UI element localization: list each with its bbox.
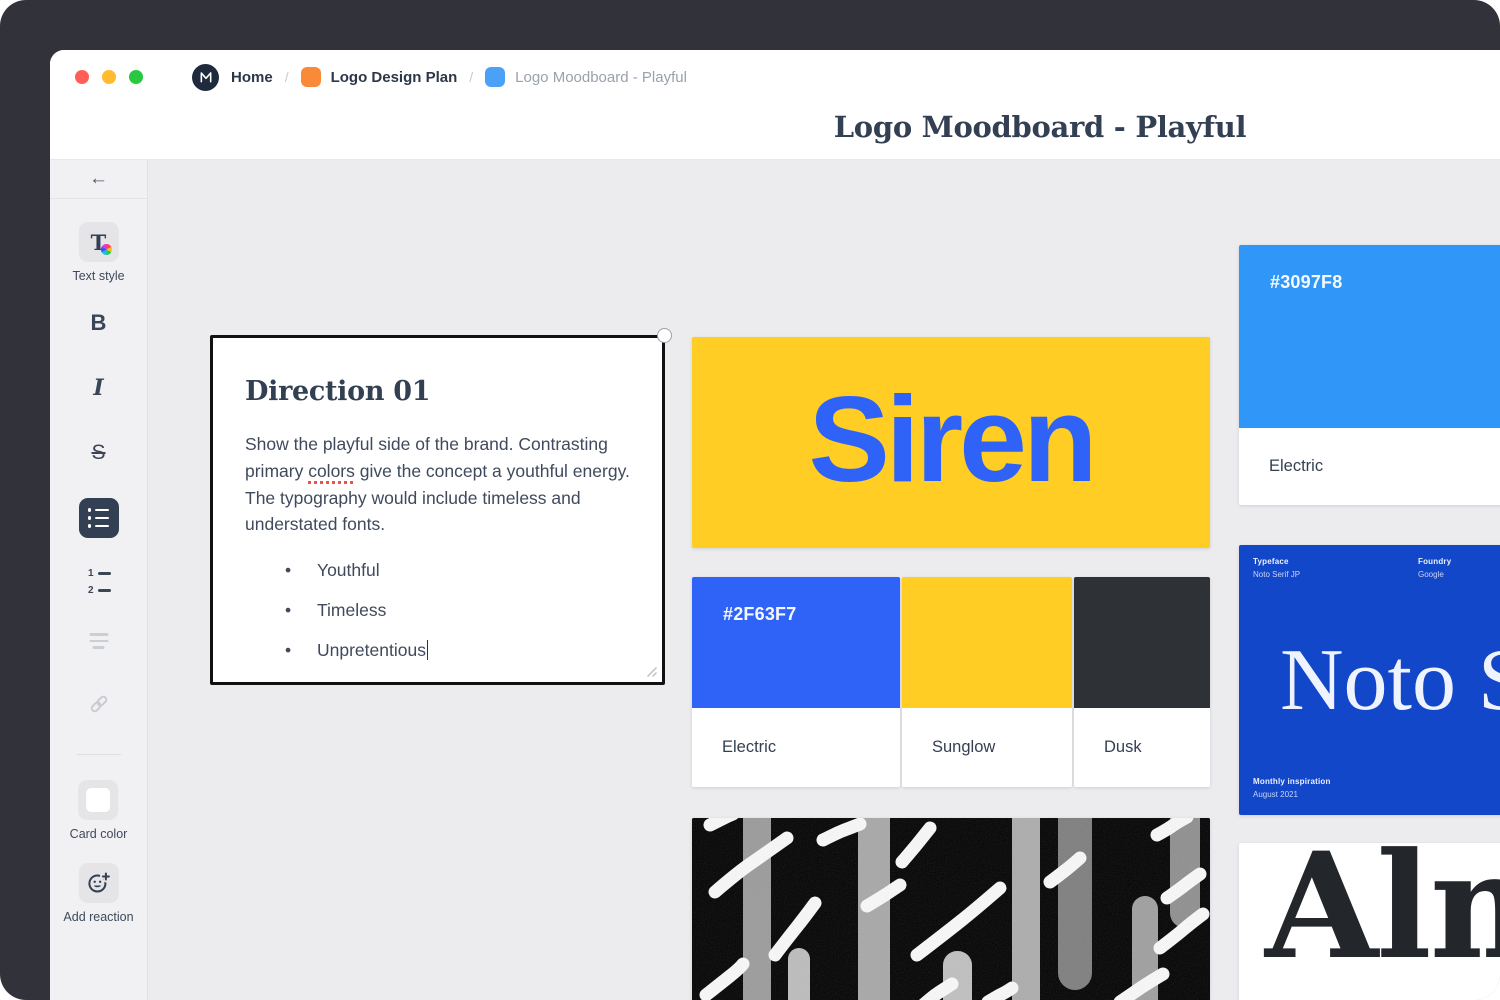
- bw-pattern-image: [692, 818, 1210, 1000]
- color-swatch: #2F63F7: [692, 577, 900, 708]
- link-button[interactable]: [87, 692, 111, 716]
- breadcrumb-separator: /: [469, 69, 473, 85]
- image-card-bw-pattern[interactable]: [692, 818, 1210, 1000]
- note-bullet-list: Youthful Timeless Unpretentious: [245, 558, 630, 662]
- zoom-window-button[interactable]: [129, 70, 143, 84]
- note-title: Direction 01: [245, 376, 630, 407]
- image-card-alm-specimen[interactable]: Alm: [1239, 843, 1500, 1000]
- add-reaction-label: Add reaction: [63, 910, 133, 924]
- bulleted-list-icon: [79, 498, 119, 538]
- color-name: Sunglow: [902, 708, 1072, 787]
- sidebar-divider: [50, 198, 147, 199]
- breadcrumb: Home / Logo Design Plan / Logo Moodboard…: [192, 64, 687, 91]
- page-title[interactable]: Logo Moodboard - Playful: [50, 110, 1500, 144]
- inspiration-label: Monthly inspiration: [1253, 777, 1331, 786]
- note-content: Direction 01 Show the playful side of th…: [213, 338, 662, 662]
- link-icon: [87, 692, 111, 716]
- bullet-item: Unpretentious: [253, 638, 630, 662]
- app-window: Home / Logo Design Plan / Logo Moodboard…: [50, 50, 1500, 1000]
- alm-specimen-text: Alm: [1265, 843, 1500, 992]
- color-card-sunglow[interactable]: Sunglow: [902, 577, 1072, 787]
- sidebar-divider: [77, 754, 121, 755]
- add-reaction-button[interactable]: Add reaction: [63, 863, 133, 924]
- bold-button[interactable]: B: [91, 310, 107, 336]
- strikethrough-button[interactable]: S: [91, 441, 105, 465]
- selection-handle[interactable]: [657, 328, 672, 343]
- typeface-value: Noto Serif JP: [1253, 570, 1300, 579]
- color-name: Electric: [1239, 428, 1500, 505]
- window-header: Home / Logo Design Plan / Logo Moodboard…: [50, 50, 1500, 160]
- collapse-sidebar-button[interactable]: ←: [89, 168, 108, 190]
- board-canvas[interactable]: Direction 01 Show the playful side of th…: [148, 160, 1500, 1000]
- breadcrumb-current-board[interactable]: Logo Moodboard - Playful: [515, 69, 687, 86]
- foundry-label: Foundry: [1418, 557, 1451, 566]
- note-body: Show the playful side of the brand. Cont…: [245, 431, 630, 538]
- milanote-m-icon: [198, 69, 214, 85]
- hex-value: #2F63F7: [692, 577, 900, 625]
- bulleted-list-button[interactable]: [79, 498, 119, 538]
- alignment-icon: [89, 633, 108, 649]
- color-card-electric[interactable]: #2F63F7 Electric: [692, 577, 900, 787]
- color-swatch: [902, 577, 1072, 708]
- color-swatch: [1074, 577, 1210, 708]
- note-card-direction[interactable]: Direction 01 Show the playful side of th…: [210, 335, 665, 685]
- numbered-list-icon: 1 2: [87, 568, 111, 596]
- close-window-button[interactable]: [75, 70, 89, 84]
- card-color-button[interactable]: Card color: [70, 780, 128, 841]
- formatting-sidebar: ← T Text style B I S: [50, 160, 148, 1000]
- foundry-value: Google: [1418, 570, 1451, 579]
- window-chrome: Home / Logo Design Plan / Logo Moodboard…: [75, 62, 687, 92]
- bullet-item: Timeless: [253, 598, 630, 622]
- image-card-siren-logo[interactable]: Siren: [692, 337, 1210, 548]
- text-style-label: Text style: [72, 269, 124, 283]
- alignment-button[interactable]: [89, 633, 108, 649]
- app-logo[interactable]: [192, 64, 219, 91]
- color-wheel-icon: [100, 244, 111, 255]
- text-style-button[interactable]: T Text style: [72, 222, 124, 283]
- screen: Home / Logo Design Plan / Logo Moodboard…: [0, 0, 1500, 1000]
- board-icon-blue: [485, 67, 505, 87]
- card-color-label: Card color: [70, 827, 128, 841]
- color-card-electric-light[interactable]: #3097F8 Electric: [1239, 245, 1500, 505]
- bullet-item: Youthful: [253, 558, 630, 582]
- text-cursor: [427, 640, 429, 660]
- breadcrumb-separator: /: [285, 69, 289, 85]
- typeface-label: Typeface: [1253, 557, 1300, 566]
- breadcrumb-home[interactable]: Home: [231, 69, 273, 86]
- noto-specimen-text: Noto Se: [1280, 633, 1500, 730]
- siren-logo-text: Siren: [808, 378, 1093, 508]
- numbered-list-button[interactable]: 1 2: [87, 568, 111, 596]
- add-reaction-icon: [79, 863, 119, 903]
- color-name: Electric: [692, 708, 900, 787]
- breadcrumb-board-1[interactable]: Logo Design Plan: [331, 69, 458, 86]
- text-style-icon: T: [78, 222, 118, 262]
- minimize-window-button[interactable]: [102, 70, 116, 84]
- misspelled-word: colors: [308, 461, 355, 481]
- color-name: Dusk: [1074, 708, 1210, 787]
- color-card-dusk[interactable]: Dusk: [1074, 577, 1210, 787]
- main-area: ← T Text style B I S: [50, 160, 1500, 1000]
- hex-value: #3097F8: [1239, 245, 1500, 293]
- italic-button[interactable]: I: [93, 375, 103, 401]
- inspiration-value: August 2021: [1253, 790, 1331, 799]
- image-card-noto-specimen[interactable]: Typeface Noto Serif JP Foundry Google No…: [1239, 545, 1500, 815]
- resize-grip-icon[interactable]: [644, 664, 658, 678]
- card-color-icon: [78, 780, 118, 820]
- color-palette-row: #2F63F7 Electric Sunglow: [692, 577, 1210, 787]
- board-icon-orange: [301, 67, 321, 87]
- color-swatch: #3097F8: [1239, 245, 1500, 428]
